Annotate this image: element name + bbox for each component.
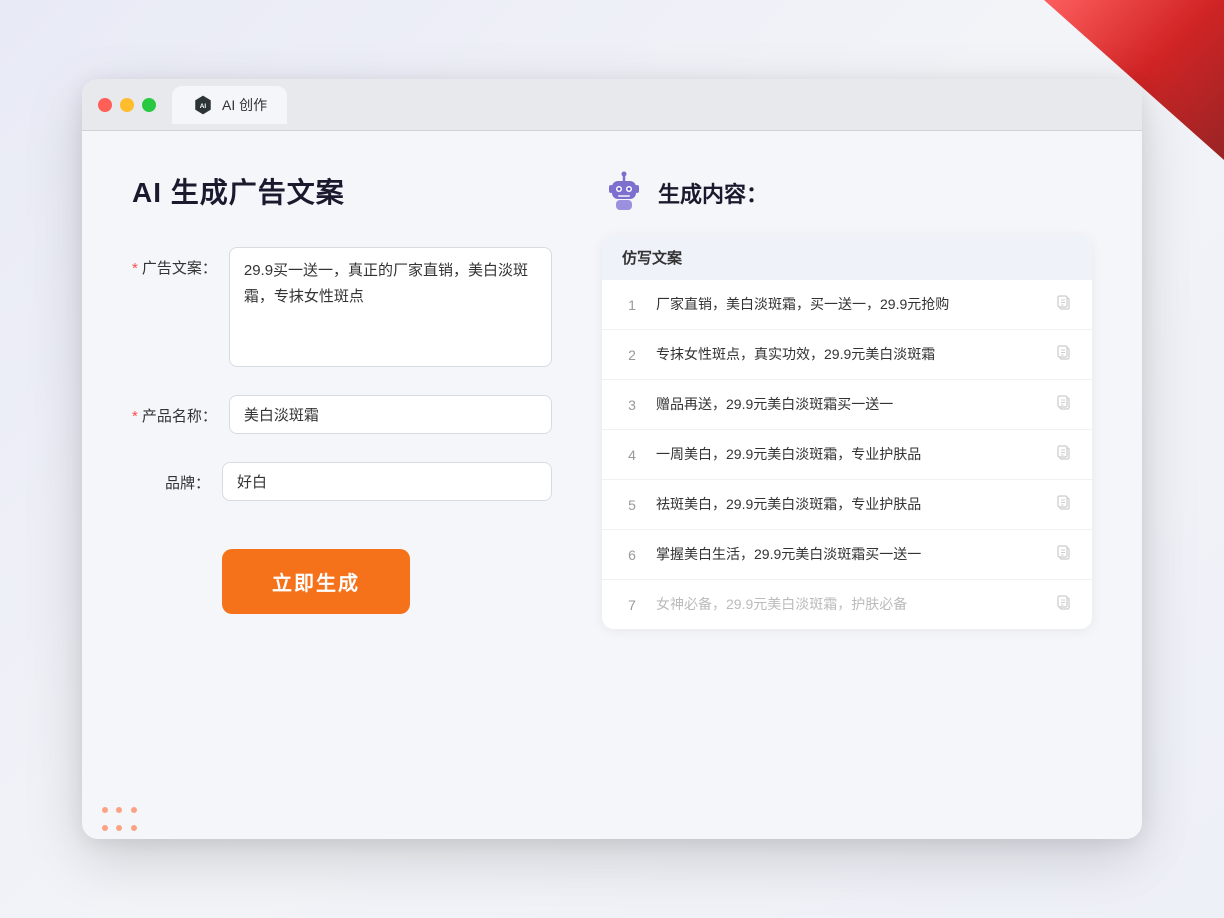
row-text: 女神必备，29.9元美白淡斑霜，护肤必备 bbox=[656, 594, 1042, 615]
results-header: 生成内容： bbox=[602, 171, 1092, 215]
copy-icon[interactable] bbox=[1056, 544, 1072, 565]
window-controls bbox=[98, 98, 156, 112]
ai-tab-icon: AI bbox=[192, 94, 214, 116]
copy-icon[interactable] bbox=[1056, 494, 1072, 515]
robot-icon bbox=[602, 171, 646, 215]
close-button[interactable] bbox=[98, 98, 112, 112]
brand-group: 品牌： bbox=[132, 462, 552, 501]
left-panel: AI 生成广告文案 *广告文案： *产品名称： 品牌： 立 bbox=[132, 171, 552, 799]
copy-icon[interactable] bbox=[1056, 344, 1072, 365]
copy-icon[interactable] bbox=[1056, 594, 1072, 615]
svg-text:AI: AI bbox=[200, 102, 207, 109]
copy-icon[interactable] bbox=[1056, 444, 1072, 465]
row-number: 5 bbox=[622, 497, 642, 513]
generate-button[interactable]: 立即生成 bbox=[222, 549, 410, 614]
ad-copy-input[interactable] bbox=[229, 247, 552, 367]
results-title: 生成内容： bbox=[658, 177, 768, 209]
product-name-group: *产品名称： bbox=[132, 395, 552, 434]
copy-icon[interactable] bbox=[1056, 394, 1072, 415]
maximize-button[interactable] bbox=[142, 98, 156, 112]
browser-chrome: AI AI 创作 bbox=[82, 79, 1142, 131]
minimize-button[interactable] bbox=[120, 98, 134, 112]
table-row: 2 专抹女性斑点，真实功效，29.9元美白淡斑霜 bbox=[602, 330, 1092, 380]
table-header: 仿写文案 bbox=[602, 235, 1092, 280]
brand-label: 品牌： bbox=[132, 462, 222, 493]
results-table: 仿写文案 1 厂家直销，美白淡斑霜，买一送一，29.9元抢购 2 专抹女性斑点，真实… bbox=[602, 235, 1092, 629]
page-title: AI 生成广告文案 bbox=[132, 171, 552, 211]
tab-ai-creation[interactable]: AI AI 创作 bbox=[172, 86, 287, 124]
browser-window: AI AI 创作 AI 生成广告文案 *广告文案： *产品名称： bbox=[82, 79, 1142, 839]
browser-content: AI 生成广告文案 *广告文案： *产品名称： 品牌： 立 bbox=[82, 131, 1142, 839]
row-text: 一周美白，29.9元美白淡斑霜，专业护肤品 bbox=[656, 444, 1042, 465]
row-number: 1 bbox=[622, 297, 642, 313]
row-number: 7 bbox=[622, 597, 642, 613]
ad-copy-label: *广告文案： bbox=[132, 247, 229, 278]
ad-copy-group: *广告文案： bbox=[132, 247, 552, 367]
brand-input[interactable] bbox=[222, 462, 552, 501]
table-row: 4 一周美白，29.9元美白淡斑霜，专业护肤品 bbox=[602, 430, 1092, 480]
row-number: 4 bbox=[622, 447, 642, 463]
product-name-input[interactable] bbox=[229, 395, 552, 434]
table-row: 1 厂家直销，美白淡斑霜，买一送一，29.9元抢购 bbox=[602, 280, 1092, 330]
table-row: 6 掌握美白生活，29.9元美白淡斑霜买一送一 bbox=[602, 530, 1092, 580]
results-rows: 1 厂家直销，美白淡斑霜，买一送一，29.9元抢购 2 专抹女性斑点，真实功效，29… bbox=[602, 280, 1092, 629]
tab-label: AI 创作 bbox=[222, 95, 267, 115]
table-row: 7 女神必备，29.9元美白淡斑霜，护肤必备 bbox=[602, 580, 1092, 629]
row-number: 6 bbox=[622, 547, 642, 563]
row-text: 掌握美白生活，29.9元美白淡斑霜买一送一 bbox=[656, 544, 1042, 565]
row-text: 专抹女性斑点，真实功效，29.9元美白淡斑霜 bbox=[656, 344, 1042, 365]
product-name-label: *产品名称： bbox=[132, 395, 229, 426]
bg-decoration-dots bbox=[100, 802, 139, 838]
product-name-required: * bbox=[132, 408, 138, 425]
copy-icon[interactable] bbox=[1056, 294, 1072, 315]
right-panel: 生成内容： 仿写文案 1 厂家直销，美白淡斑霜，买一送一，29.9元抢购 2 专抹女… bbox=[602, 171, 1092, 799]
row-number: 2 bbox=[622, 347, 642, 363]
table-row: 5 祛斑美白，29.9元美白淡斑霜，专业护肤品 bbox=[602, 480, 1092, 530]
row-text: 厂家直销，美白淡斑霜，买一送一，29.9元抢购 bbox=[656, 294, 1042, 315]
row-text: 祛斑美白，29.9元美白淡斑霜，专业护肤品 bbox=[656, 494, 1042, 515]
ad-copy-required: * bbox=[132, 260, 138, 277]
row-text: 赠品再送，29.9元美白淡斑霜买一送一 bbox=[656, 394, 1042, 415]
table-row: 3 赠品再送，29.9元美白淡斑霜买一送一 bbox=[602, 380, 1092, 430]
row-number: 3 bbox=[622, 397, 642, 413]
